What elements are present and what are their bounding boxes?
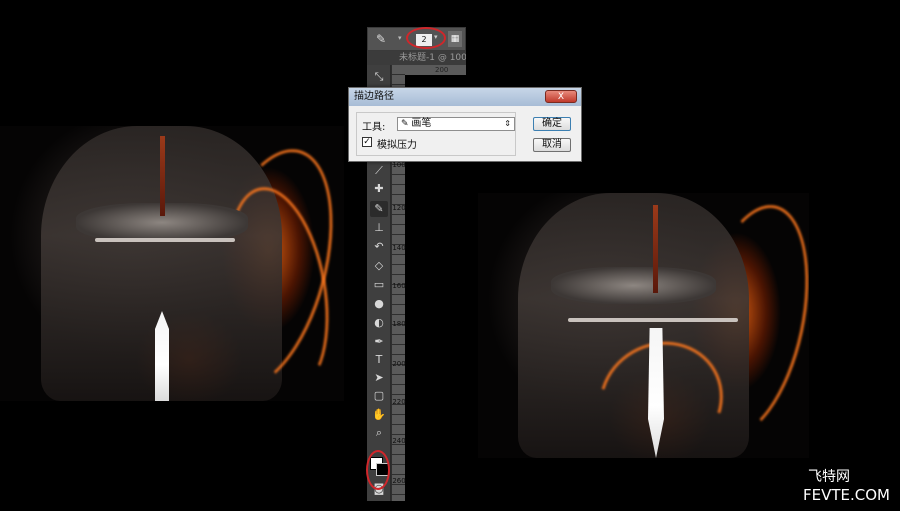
- brush-icon: ✎: [401, 119, 412, 129]
- pen-icon[interactable]: ✒: [370, 334, 388, 350]
- color-swatch-highlight: [366, 450, 390, 490]
- ruler-tick-label: 120: [392, 204, 406, 212]
- ruler-tick-label: 140: [392, 244, 406, 252]
- tool-select-value: 画笔: [411, 118, 432, 129]
- brush-preset-icon[interactable]: ✎: [376, 32, 386, 46]
- brush-panel-toggle-icon[interactable]: ▦: [448, 31, 462, 47]
- move-icon[interactable]: ⤡: [370, 69, 388, 85]
- ruler-tick-label: 200: [435, 66, 449, 74]
- sword-blade: [155, 311, 169, 401]
- options-group: 工具: ✎ 画笔 ⇕ ✓ 模拟压力: [356, 112, 516, 156]
- history-brush-icon[interactable]: ↶: [370, 239, 388, 255]
- hand-icon[interactable]: ✋: [370, 407, 388, 423]
- sword-guard: [568, 318, 738, 322]
- close-button[interactable]: X: [545, 90, 577, 103]
- zoom-icon[interactable]: ⌕: [370, 425, 388, 441]
- ruler-tick-label: 200: [392, 360, 406, 368]
- ruler-tick-label: 220: [392, 398, 406, 406]
- cancel-button[interactable]: 取消: [533, 138, 571, 152]
- eyedropper-icon[interactable]: ⟋: [370, 163, 388, 179]
- dialog-titlebar[interactable]: 描边路径 X: [349, 88, 581, 106]
- ok-button[interactable]: 确定: [533, 117, 571, 131]
- right-canvas-artwork: [478, 193, 809, 458]
- brush-icon[interactable]: ✎: [370, 201, 388, 217]
- brush-size-highlight: [406, 27, 446, 49]
- dodge-icon[interactable]: ◐: [370, 315, 388, 331]
- path-select-icon[interactable]: ➤: [370, 370, 388, 386]
- ruler-tick-label: 100: [392, 161, 406, 169]
- eraser-icon[interactable]: ◇: [370, 258, 388, 274]
- ruler-tick-label: 160: [392, 282, 406, 290]
- document-tab[interactable]: 未标题-1 @ 100%: [367, 51, 466, 65]
- tool-label: 工具:: [362, 122, 386, 133]
- sword-guard: [95, 238, 235, 242]
- blur-icon[interactable]: ●: [370, 296, 388, 312]
- stamp-icon[interactable]: ⊥: [370, 220, 388, 236]
- simulate-pressure-label: 模拟压力: [377, 140, 417, 151]
- tool-select[interactable]: ✎ 画笔 ⇕: [397, 117, 515, 131]
- dialog-title: 描边路径: [354, 91, 394, 102]
- shape-icon[interactable]: ▢: [370, 388, 388, 404]
- ruler-tick-label: 180: [392, 320, 406, 328]
- left-canvas-artwork: [0, 126, 344, 401]
- sword-hilt: [653, 205, 658, 293]
- watermark-chinese: 飞特网: [808, 469, 850, 485]
- gradient-icon[interactable]: ▭: [370, 277, 388, 293]
- healing-icon[interactable]: ✚: [370, 181, 388, 197]
- horizontal-ruler: 200: [405, 65, 466, 75]
- sword-hilt: [160, 136, 165, 216]
- watermark-url: FEVTE.COM: [803, 486, 890, 504]
- select-arrow-icon: ⇕: [504, 119, 511, 128]
- stroke-path-dialog: 描边路径 X 工具: ✎ 画笔 ⇕ ✓ 模拟压力 确定 取消: [348, 87, 582, 162]
- simulate-pressure-checkbox[interactable]: ✓: [362, 137, 372, 147]
- preset-dropdown-arrow-icon[interactable]: ▾: [398, 34, 402, 42]
- type-icon[interactable]: T: [370, 352, 388, 368]
- ruler-tick-label: 260: [392, 477, 406, 485]
- clasped-hands: [550, 267, 717, 305]
- ruler-tick-label: 240: [392, 437, 406, 445]
